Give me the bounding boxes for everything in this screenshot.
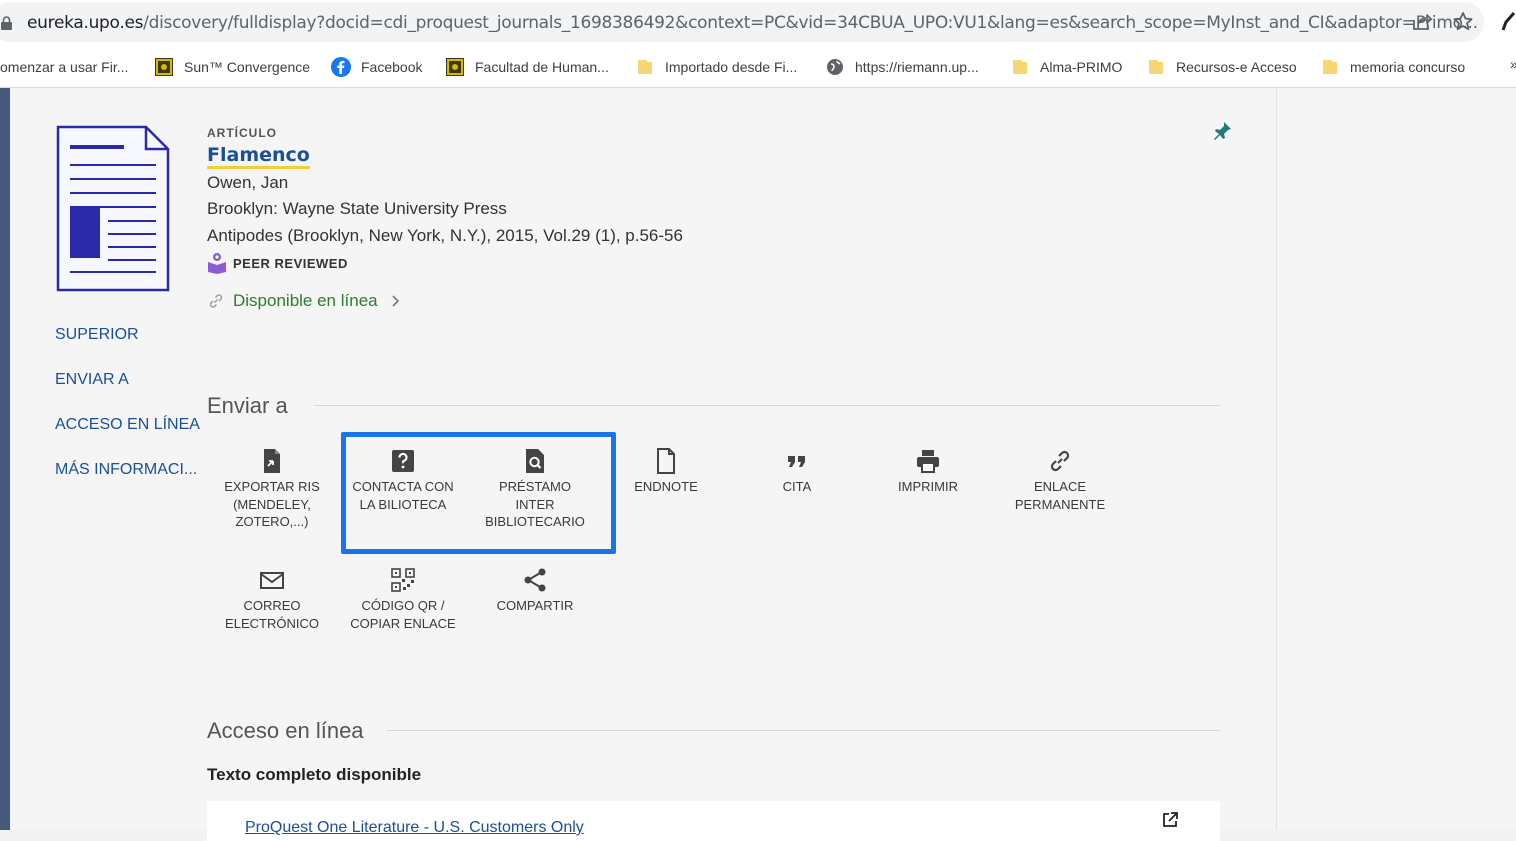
bookmark-item[interactable]: Alma-PRIMO <box>1010 56 1122 78</box>
bookmark-item[interactable]: memoria concurso <box>1320 56 1465 78</box>
sidenav-more-info[interactable]: MÁS INFORMACI... <box>55 461 197 479</box>
peer-reviewed-label: PEER REVIEWED <box>233 255 348 271</box>
bookmark-label: Sun™ Convergence <box>184 59 311 75</box>
bookmark-label: Importado desde Fi... <box>665 59 798 75</box>
section-divider <box>387 730 1220 731</box>
pin-icon[interactable] <box>1213 120 1233 142</box>
record-type: ARTÍCULO <box>207 126 277 140</box>
record-source: Antipodes (Brooklyn, New York, N.Y.), 20… <box>207 226 683 245</box>
external-link-icon[interactable] <box>1161 811 1179 829</box>
send-to-heading: Enviar a <box>207 393 288 418</box>
endnote-button[interactable]: EndNote <box>611 448 721 496</box>
action-label: Cita <box>782 479 812 494</box>
url-text[interactable]: eureka.upo.es/discovery/fulldisplay?doci… <box>27 13 1478 33</box>
bookmark-item[interactable]: Importado desde Fi... <box>635 56 797 78</box>
browser-address-bar: eureka.upo.es/discovery/fulldisplay?doci… <box>0 0 1516 44</box>
printer-icon <box>917 450 939 473</box>
bookmark-label: Alma-PRIMO <box>1040 59 1123 75</box>
faculty-icon <box>446 58 464 76</box>
action-label: Exportar RIS (Mendeley, Zotero,...) <box>224 479 320 529</box>
print-button[interactable]: Imprimir <box>873 448 983 496</box>
peer-reviewed-badge: PEER REVIEWED <box>207 252 348 274</box>
bookmark-label: Facebook <box>361 59 423 75</box>
action-label: Imprimir <box>898 479 958 494</box>
record-publisher: Brooklyn: Wayne State University Press <box>207 199 507 218</box>
folder-icon <box>1323 60 1337 74</box>
facebook-icon <box>331 57 351 77</box>
action-label: EndNote <box>634 479 698 494</box>
permalink-button[interactable]: Enlace permanente <box>1005 448 1115 513</box>
export-file-icon <box>264 449 280 473</box>
folder-icon <box>638 60 652 74</box>
peer-reviewed-icon <box>208 253 226 274</box>
bookmark-label: Recursos-e Acceso <box>1176 59 1297 75</box>
envelope-icon <box>260 572 284 589</box>
bookmarks-bar: omenzar a usar Fir... Sun™ Convergence F… <box>0 44 1516 88</box>
bookmark-label: memoria concurso <box>1350 59 1466 75</box>
section-divider <box>314 405 1220 406</box>
fulltext-label: Texto completo disponible <box>207 765 422 784</box>
url-domain: eureka.upo.es <box>27 13 144 33</box>
omnibox[interactable]: eureka.upo.es/discovery/fulldisplay?doci… <box>0 2 1484 42</box>
bookmark-item[interactable]: Facultad de Human... <box>445 56 609 78</box>
share-icon <box>524 568 546 592</box>
url-path: /discovery/fulldisplay?docid=cdi_proques… <box>143 13 1478 33</box>
document-thumbnail-icon <box>56 125 170 292</box>
share-button[interactable]: Compartir <box>480 567 590 615</box>
export-ris-button[interactable]: Exportar RIS (Mendeley, Zotero,...) <box>217 448 327 531</box>
folder-icon <box>1013 60 1027 74</box>
bookmark-label: https://riemann.up... <box>855 59 979 75</box>
online-access-heading: Acceso en línea <box>207 718 364 743</box>
provider-card: ProQuest One Literature - U.S. Customers… <box>207 801 1220 841</box>
sidenav-top[interactable]: SUPERIOR <box>55 326 139 344</box>
availability-label: Disponible en línea <box>233 291 378 310</box>
sun-convergence-icon <box>155 58 173 76</box>
bookmark-item[interactable]: Recursos-e Acceso <box>1146 56 1297 78</box>
globe-icon <box>827 59 843 75</box>
bookmark-item[interactable]: Facebook <box>331 56 422 78</box>
availability-link[interactable]: Disponible en línea <box>207 291 402 311</box>
page-content: SUPERIOR ENVIAR A ACCESO EN LÍNEA MÁS IN… <box>0 88 1516 841</box>
provider-link[interactable]: ProQuest One Literature - U.S. Customers… <box>245 819 584 837</box>
cite-button[interactable]: Cita <box>742 448 852 496</box>
share-page-icon[interactable] <box>1410 10 1434 34</box>
action-label: Enlace permanente <box>1014 479 1106 512</box>
bookmark-item[interactable]: omenzar a usar Fir... <box>0 56 128 78</box>
folder-icon <box>1149 60 1163 74</box>
qr-code-button[interactable]: Código QR / copiar enlace <box>348 567 458 632</box>
record-title[interactable]: Flamenco <box>207 144 310 169</box>
action-label: Correo electrónico <box>225 598 319 631</box>
lock-icon[interactable] <box>0 16 13 30</box>
quote-icon <box>788 456 805 467</box>
sidenav-send-to[interactable]: ENVIAR A <box>55 371 129 389</box>
file-icon <box>657 448 675 474</box>
highlight-box <box>341 432 616 554</box>
email-button[interactable]: Correo electrónico <box>217 567 327 632</box>
bookmark-item[interactable]: Sun™ Convergence <box>154 56 310 78</box>
link-icon <box>1050 450 1070 472</box>
bookmark-star-icon[interactable] <box>1451 10 1475 34</box>
qr-code-icon <box>391 568 415 592</box>
record-author: Owen, Jan <box>207 173 289 192</box>
action-label: Compartir <box>496 598 574 613</box>
sidenav-online-access[interactable]: ACCESO EN LÍNEA <box>55 416 200 434</box>
action-label: Código QR / copiar enlace <box>350 598 456 631</box>
bookmark-label: omenzar a usar Fir... <box>0 59 129 75</box>
chevron-right-icon <box>392 295 399 307</box>
right-panel <box>1276 88 1516 830</box>
left-edge <box>0 88 10 830</box>
link-icon <box>209 294 223 308</box>
bookmarks-overflow[interactable]: » <box>1510 56 1516 72</box>
bookmark-label: Facultad de Human... <box>475 59 609 75</box>
extension-pen-icon[interactable] <box>1500 10 1516 34</box>
bookmark-item[interactable]: https://riemann.up... <box>825 56 979 78</box>
